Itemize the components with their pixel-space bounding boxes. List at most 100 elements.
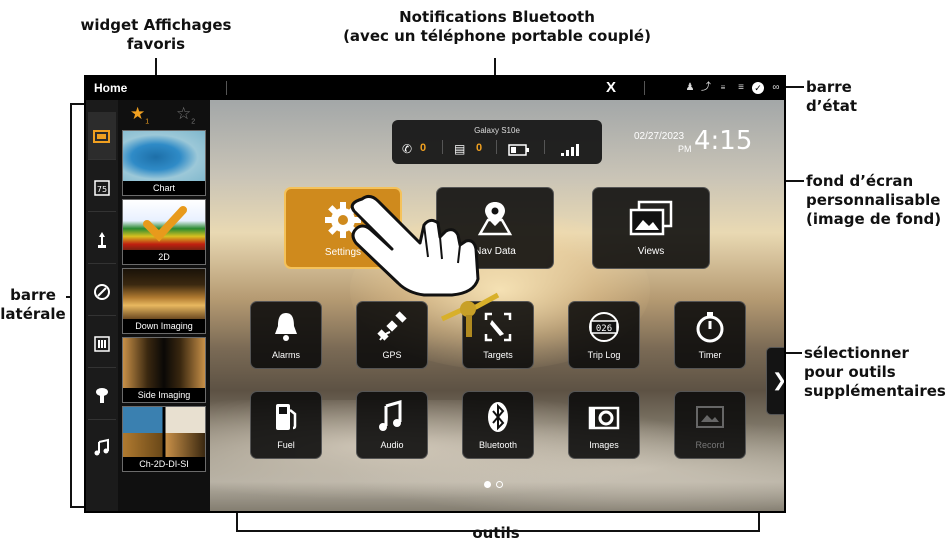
tool-timer[interactable]: Timer <box>674 301 746 369</box>
trolling-motor-icon <box>98 231 106 248</box>
callout-status-bar: barre d’état <box>806 78 946 116</box>
favorite-2d[interactable]: 2D <box>122 199 206 265</box>
sidebar-item-switches[interactable] <box>88 320 116 368</box>
callout-favorites-line2: favoris <box>126 35 186 53</box>
favorites-widget: ★1 ☆2 Chart 2D Down Imaging Side Imaging… <box>118 100 210 511</box>
callout-more-line3: supplémentaires <box>804 382 946 400</box>
bracket-sidebar-tick <box>66 296 72 298</box>
callout-more-tools: sélectionner pour outils supplémentaires <box>804 344 951 401</box>
notif-divider <box>544 140 545 154</box>
sidebar-item-outboard[interactable] <box>88 372 116 420</box>
callout-wallpaper-line1: fond d’écran <box>806 172 914 190</box>
favorite-side-imaging-label: Side Imaging <box>123 388 205 402</box>
tool-bluetooth[interactable]: Bluetooth <box>462 391 534 459</box>
svg-text:75: 75 <box>97 185 107 194</box>
device-screen: Home X ♟ ⤴ ≡ ≡ ✓ ∞ 75 ★1 ☆2 Chart 2D Dow… <box>84 75 786 513</box>
bluetooth-x-icon[interactable]: X <box>606 79 616 96</box>
side-imaging-thumbnail <box>123 338 205 390</box>
tool-gps[interactable]: GPS <box>356 301 428 369</box>
phone-signal-icon <box>561 144 579 156</box>
more-tools-tab[interactable]: ❯ <box>766 347 784 415</box>
tool-targets-label: Targets <box>483 350 513 360</box>
record-icon <box>696 406 724 428</box>
music-note-icon <box>379 400 402 431</box>
views-icon <box>93 129 110 143</box>
clock-time: 4:15 <box>694 126 753 156</box>
status-divider <box>226 81 227 95</box>
clock-ampm: PM <box>678 144 692 154</box>
favorites-tab-1-label: 1 <box>145 118 150 126</box>
outboard-motor-icon <box>96 387 108 403</box>
callout-wallpaper-line3: (image de fond) <box>806 210 942 228</box>
messages-count: 0 <box>476 142 483 154</box>
sidebar-item-views[interactable] <box>88 112 116 160</box>
favorite-combo-label: Ch-2D-DI-SI <box>123 457 205 471</box>
favorites-tab-2-star-icon[interactable]: ☆2 <box>176 104 195 132</box>
page-dot-2[interactable] <box>496 481 503 488</box>
callout-status-line2: d’état <box>806 97 858 115</box>
stack-icon[interactable]: ≡ <box>735 82 747 94</box>
leader-more <box>786 352 802 354</box>
check-icon[interactable]: ✓ <box>752 82 764 94</box>
tool-audio[interactable]: Audio <box>356 391 428 459</box>
satellite-icon <box>377 311 407 341</box>
tool-views[interactable]: Views <box>592 187 710 269</box>
sidebar-item-autopilot[interactable] <box>88 268 116 316</box>
temperature-icon: 75 <box>94 179 110 196</box>
favorite-combo[interactable]: Ch-2D-DI-SI <box>122 406 206 472</box>
stopwatch-icon <box>696 312 724 343</box>
tool-timer-label: Timer <box>698 350 722 360</box>
favorite-2d-label: 2D <box>123 250 205 264</box>
tool-fuel[interactable]: Fuel <box>250 391 322 459</box>
checkmark-icon <box>143 206 187 242</box>
favorites-tab-1-star-icon[interactable]: ★1 <box>130 104 149 132</box>
callout-sidebar: barre latérale <box>0 286 66 324</box>
favorite-chart[interactable]: Chart <box>122 130 206 196</box>
callout-bt-line1: Notifications Bluetooth <box>399 8 595 26</box>
usb-icon[interactable]: ≡ <box>717 82 729 94</box>
leader-status <box>786 86 804 88</box>
message-icon: ▤ <box>454 142 466 156</box>
bracket-sidebar-v <box>70 103 72 508</box>
callout-more-line1: sélectionner <box>804 344 909 362</box>
callout-tools: outils <box>472 524 520 542</box>
signal-icon[interactable]: ⤴ <box>700 82 712 94</box>
missed-call-icon: ✆ <box>402 142 413 156</box>
tool-alarms-label: Alarms <box>271 350 300 360</box>
favorite-chart-label: Chart <box>123 181 205 195</box>
tool-trip-log-label: Trip Log <box>587 350 621 360</box>
status-divider <box>644 81 645 95</box>
tool-views-label: Views <box>637 246 665 257</box>
bell-icon <box>275 313 297 341</box>
phone-battery-icon <box>508 144 529 156</box>
trip-log-icon: 026 <box>589 312 619 342</box>
callout-status-line1: barre <box>806 78 852 96</box>
notif-divider <box>496 140 497 154</box>
callout-wallpaper-line2: personnalisable <box>806 191 941 209</box>
pointing-hand-icon <box>350 194 480 297</box>
clock-date: 02/27/2023 <box>634 131 685 142</box>
tool-alarms[interactable]: Alarms <box>250 301 322 369</box>
tool-bluetooth-label: Bluetooth <box>478 440 518 450</box>
bracket-sidebar-bot <box>70 506 84 508</box>
tool-record[interactable]: Record <box>674 391 746 459</box>
missed-calls-count: 0 <box>420 142 427 154</box>
tool-images-label: Images <box>589 440 619 450</box>
callout-bt-notifications: Notifications Bluetooth (avec un télépho… <box>322 8 672 46</box>
tool-trip-log[interactable]: 026 Trip Log <box>568 301 640 369</box>
callout-wallpaper: fond d’écran personnalisable (image de f… <box>806 172 951 229</box>
sidebar-item-music[interactable] <box>88 424 116 472</box>
favorite-down-imaging[interactable]: Down Imaging <box>122 268 206 334</box>
callout-sidebar-line1: barre <box>10 286 56 304</box>
bluetooth-notification-panel[interactable]: Galaxy S10e ✆ 0 ▤ 0 <box>392 120 602 164</box>
sidebar-item-trolling-motor[interactable] <box>88 216 116 264</box>
tool-images[interactable]: Images <box>568 391 640 459</box>
sidebar-item-temperature[interactable]: 75 <box>88 164 116 212</box>
page-dot-1[interactable] <box>484 481 491 488</box>
favorite-side-imaging[interactable]: Side Imaging <box>122 337 206 403</box>
link-icon[interactable]: ∞ <box>770 82 782 94</box>
images-icon <box>629 200 673 236</box>
camera-icon <box>588 406 620 430</box>
bracket-sidebar-top <box>70 103 84 105</box>
person-icon[interactable]: ♟ <box>684 82 696 94</box>
